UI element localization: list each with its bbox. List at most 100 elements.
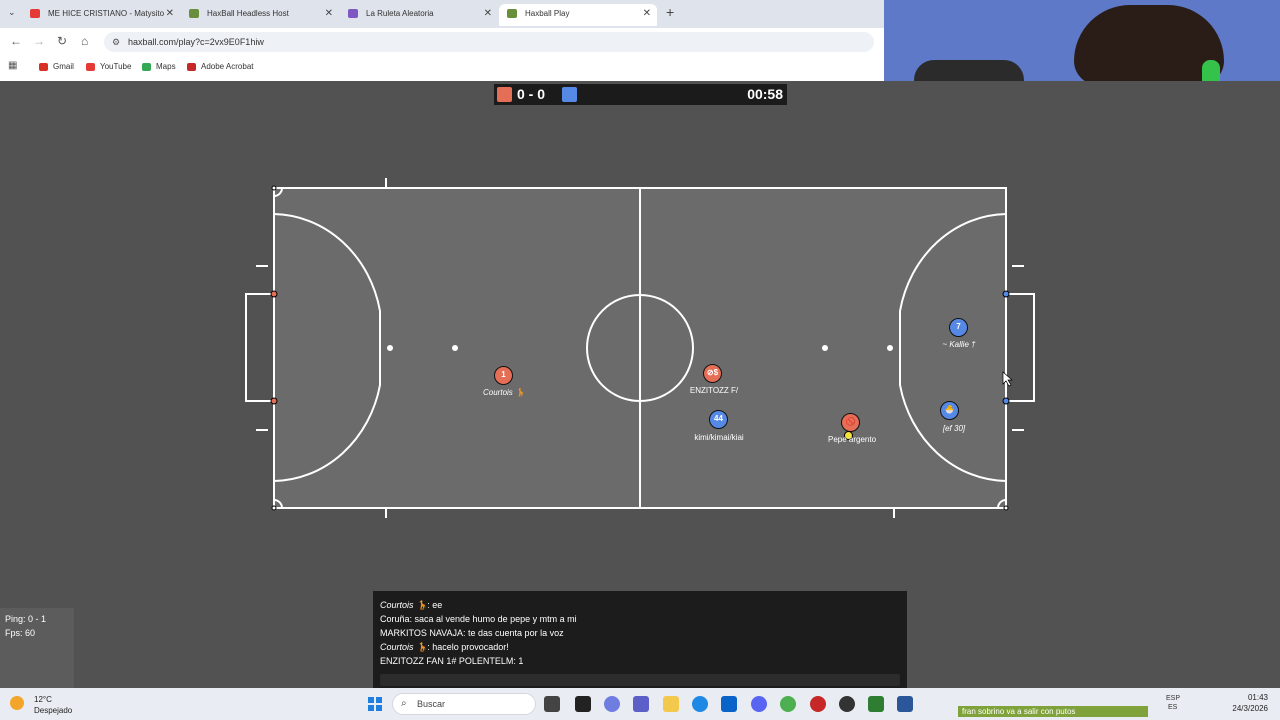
chat-text: MARKITOS NAVAJA: te das cuenta por la vo… (380, 628, 564, 638)
calculator-icon[interactable] (868, 696, 884, 712)
haxball-favicon-icon (189, 9, 199, 18)
close-tab-icon[interactable]: ✕ (643, 4, 651, 24)
tab-3[interactable]: La Ruleta Aleatoria ✕ (340, 4, 498, 26)
fps-readout: Fps: 60 (5, 628, 36, 638)
chat-message: Coruña: saca al vende humo de pepe y mtm… (380, 614, 577, 624)
tab-search-chevron-icon[interactable]: ⌄ (8, 7, 16, 18)
chat-message: Courtois 🦒: hacelo provocador! (380, 642, 509, 653)
address-row: ← → ↻ ⌂ ⚙ haxball.com/play?c=2vx9E0F1hiw (0, 28, 884, 56)
bookmark-gmail[interactable]: Gmail (39, 62, 74, 71)
weather-condition: Despejado (34, 706, 73, 715)
close-tab-icon[interactable]: ✕ (325, 4, 333, 24)
player-name: kimi/kimai/kiai (694, 433, 744, 442)
network-stats: Ping: 0 - 1 Fps: 60 (0, 608, 74, 688)
gmail-icon (39, 63, 48, 71)
player-disc-red: ⊘$ (703, 364, 722, 383)
bookmark-adobe[interactable]: Adobe Acrobat (187, 62, 253, 71)
red-team-badge (497, 87, 512, 102)
file-explorer-icon[interactable] (663, 696, 679, 712)
store-icon[interactable] (721, 696, 737, 712)
teams-icon[interactable] (633, 696, 649, 712)
red-goal-post (270, 290, 278, 298)
close-tab-icon[interactable]: ✕ (484, 4, 492, 24)
taskbar-search[interactable]: ⌕ Buscar (392, 693, 536, 715)
system-clock[interactable]: 01:43 24/3/2026 (1232, 692, 1268, 714)
chat-panel: Courtois 🦒: ee Coruña: saca al vende hum… (373, 591, 907, 688)
blue-team-badge (562, 87, 577, 102)
left-goal (245, 293, 274, 402)
reload-icon[interactable]: ↻ (57, 34, 67, 48)
second-penalty-spot (452, 345, 458, 351)
player-disc-blue: 7 (949, 318, 968, 337)
back-arrow-icon[interactable]: ← (10, 34, 22, 48)
temperature: 12°C (34, 695, 52, 704)
discord-icon[interactable] (751, 696, 767, 712)
url-text: haxball.com/play?c=2vx9E0F1hiw (128, 37, 264, 47)
score-text: 0 - 0 (517, 86, 546, 102)
chat-user: Courtois 🦒 (380, 600, 428, 610)
player-disc-blue: 🐣 (940, 401, 959, 420)
media-player-icon[interactable] (839, 696, 855, 712)
chat-user: Courtois 🦒 (380, 642, 428, 652)
browser-window: ⌄ ME HICE CRISTIANO - Matysito ✕ HaxBall… (0, 0, 884, 81)
windows-start-icon[interactable] (368, 697, 382, 711)
player-disc-red: 🚫 (841, 413, 860, 432)
player-disc-blue: 44 (709, 410, 728, 429)
player-name: Pepe argento (827, 435, 877, 444)
close-tab-icon[interactable]: ✕ (166, 4, 174, 24)
tab-1[interactable]: ME HICE CRISTIANO - Matysito ✕ (22, 4, 180, 26)
site-settings-icon[interactable]: ⚙ (112, 32, 120, 52)
bookmark-label: Maps (156, 62, 176, 71)
task-view-icon[interactable] (544, 696, 560, 712)
player-disc-red: 1 (494, 366, 513, 385)
tab-4-active[interactable]: Haxball Play ✕ (499, 4, 657, 26)
chrome-icon[interactable] (780, 696, 796, 712)
bookmarks-bar: ▦ Gmail YouTube Maps Adobe Acrobat (0, 56, 884, 78)
search-placeholder: Buscar (417, 699, 446, 709)
tab-4-label: Haxball Play (525, 9, 570, 18)
language-sub: ES (1168, 704, 1178, 711)
player-name: Courtois 🦒 (483, 388, 525, 397)
address-bar[interactable]: ⚙ haxball.com/play?c=2vx9E0F1hiw (104, 32, 874, 52)
new-tab-icon[interactable]: + (666, 4, 674, 20)
player-name: [ef 30] (942, 424, 966, 433)
language-indicator[interactable]: ESP (1166, 695, 1180, 702)
match-timer: 00:58 (747, 86, 783, 102)
edge-icon[interactable] (692, 696, 708, 712)
obs-icon[interactable] (810, 696, 826, 712)
word-icon[interactable] (897, 696, 913, 712)
bookmark-label: YouTube (100, 62, 132, 71)
penalty-spot (887, 345, 893, 351)
chat-input[interactable] (380, 674, 900, 686)
blue-goal-post (1002, 290, 1010, 298)
tab-2[interactable]: HaxBall Headless Host ✕ (181, 4, 339, 26)
second-penalty-spot (822, 345, 828, 351)
chat-message: MARKITOS NAVAJA: te das cuenta por la vo… (380, 628, 564, 638)
player-name: ENZITOZZ F/ (689, 386, 739, 395)
player-name: ~ Kallie † (942, 340, 976, 349)
game-area: 0 - 0 00:58 1 Courtois 🦒 ⊘$ ENZITOZZ F/ … (0, 81, 1280, 688)
stream-ticker: fran sobrino va a salir con putos (958, 706, 1148, 717)
bookmark-youtube[interactable]: YouTube (86, 62, 131, 71)
tab-2-label: HaxBall Headless Host (207, 9, 289, 18)
ping-readout: Ping: 0 - 1 (5, 614, 47, 624)
tab-1-label: ME HICE CRISTIANO - Matysito (48, 9, 165, 18)
corner-post (271, 185, 277, 191)
chat-text: Coruña: saca al vende humo de pepe y mtm… (380, 614, 577, 624)
copilot-icon[interactable] (604, 696, 620, 712)
capcut-icon[interactable] (575, 696, 591, 712)
corner-post (1003, 505, 1009, 511)
apps-grid-icon[interactable]: ▦ (8, 60, 17, 71)
home-icon[interactable]: ⌂ (81, 34, 88, 48)
bookmark-maps[interactable]: Maps (142, 62, 176, 71)
tab-3-label: La Ruleta Aleatoria (366, 9, 434, 18)
youtube-favicon-icon (30, 9, 40, 18)
forward-arrow-icon[interactable]: → (33, 34, 45, 48)
penalty-spot (387, 345, 393, 351)
blue-goal-post (1002, 397, 1010, 405)
chat-message: Courtois 🦒: ee (380, 600, 442, 611)
chat-message: ENZITOZZ FAN 1# POLENTELM: 1 (380, 656, 523, 666)
chat-text: ee (432, 600, 443, 610)
tab-bar: ⌄ ME HICE CRISTIANO - Matysito ✕ HaxBall… (0, 0, 884, 28)
bookmark-label: Adobe Acrobat (201, 62, 254, 71)
